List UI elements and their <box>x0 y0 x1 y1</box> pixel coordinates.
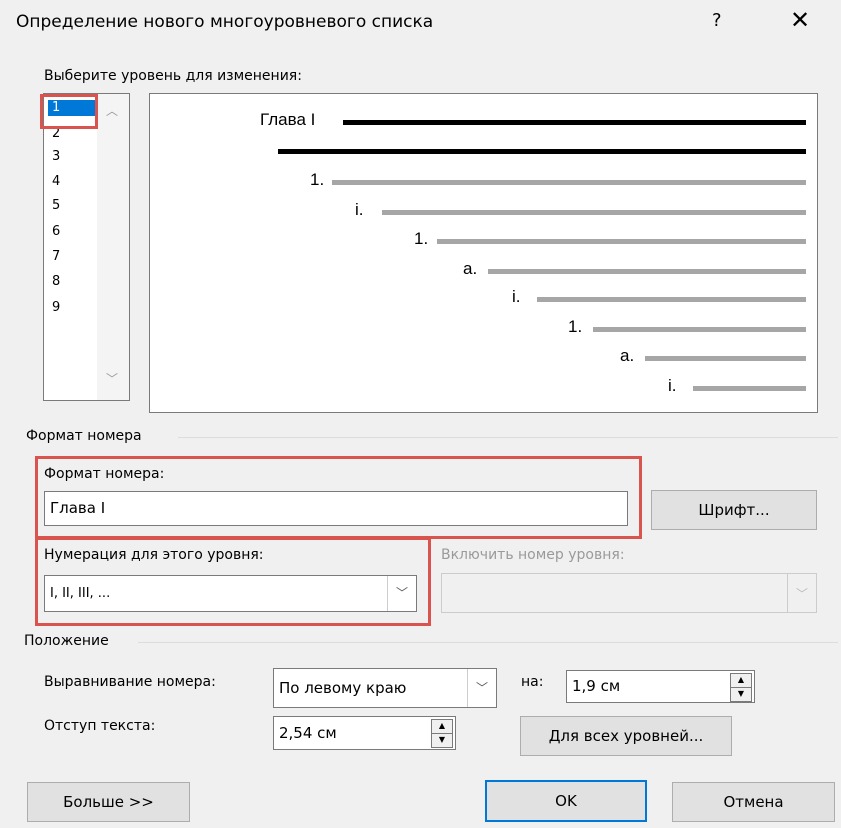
level-item-6[interactable]: 6 <box>48 224 100 240</box>
chevron-down-icon: ﹀ <box>787 574 816 612</box>
alignment-value: По левому краю <box>279 679 407 697</box>
preview-line-3 <box>382 210 806 215</box>
preview-label-7: 1. <box>568 317 583 336</box>
indent-input[interactable]: 2,54 см ▲ ▼ <box>273 716 456 750</box>
at-label: на: <box>521 674 544 690</box>
preview-label-8: a. <box>620 346 635 365</box>
alignment-select[interactable]: По левому краю ﹀ <box>273 668 497 708</box>
position-section-divider <box>138 642 838 643</box>
preview-line-5 <box>488 269 806 274</box>
cancel-button[interactable]: Отмена <box>672 782 835 822</box>
more-button[interactable]: Больше >> <box>27 782 190 822</box>
preview-label-5: a. <box>463 259 478 278</box>
levels-scrollbar[interactable]: ︿ ﹀ <box>97 94 129 400</box>
format-section-divider <box>178 437 838 438</box>
preview-line-1 <box>343 120 806 125</box>
spin-down-icon[interactable]: ▼ <box>730 687 752 702</box>
indent-label: Отступ текста: <box>44 718 156 734</box>
level-item-7[interactable]: 7 <box>48 249 100 265</box>
preview-label-1: Глава I <box>260 110 316 129</box>
include-level-select: ﹀ <box>441 573 817 613</box>
at-value: 1,9 см <box>572 677 621 695</box>
scroll-up-icon[interactable]: ︿ <box>106 102 118 119</box>
preview-line-4 <box>437 239 806 244</box>
all-levels-button[interactable]: Для всех уровней... <box>520 716 732 756</box>
alignment-label: Выравнивание номера: <box>44 674 216 690</box>
level-highlight-frame <box>40 94 98 129</box>
numbering-highlight-frame <box>35 537 431 626</box>
levels-listbox[interactable]: 1 2 3 4 5 6 7 8 9 ︿ ﹀ <box>43 93 130 401</box>
preview-line-7 <box>593 327 806 332</box>
indent-value: 2,54 см <box>279 724 337 742</box>
level-item-8[interactable]: 8 <box>48 274 100 290</box>
preview-line-8 <box>645 356 806 361</box>
preview-line-6 <box>537 297 806 302</box>
dialog-title: Определение нового многоуровневого списк… <box>16 12 434 32</box>
number-format-highlight-frame <box>35 456 642 539</box>
spin-up-icon[interactable]: ▲ <box>730 673 752 688</box>
preview-label-2: 1. <box>310 170 325 189</box>
level-item-4[interactable]: 4 <box>48 174 100 190</box>
preview-label-6: i. <box>512 287 521 306</box>
preview-label-3: i. <box>355 200 364 219</box>
font-button[interactable]: Шрифт... <box>651 490 817 530</box>
preview-label-4: 1. <box>414 229 429 248</box>
preview-line-9 <box>693 386 806 391</box>
preview-line-1b <box>278 149 806 154</box>
format-section-title: Формат номера <box>26 428 142 444</box>
levels-label: Выберите уровень для изменения: <box>44 68 302 84</box>
help-button[interactable]: ? <box>712 10 722 31</box>
position-section-title: Положение <box>24 633 109 649</box>
preview-label-9: i. <box>668 376 677 395</box>
chevron-down-icon[interactable]: ﹀ <box>467 669 496 707</box>
list-preview: Глава I 1. i. 1. a. i. 1. a. i. <box>149 93 818 413</box>
ok-button[interactable]: OK <box>485 780 647 822</box>
at-input[interactable]: 1,9 см ▲ ▼ <box>566 670 755 703</box>
spin-down-icon[interactable]: ▼ <box>431 733 453 748</box>
preview-line-2 <box>332 180 806 185</box>
scroll-down-icon[interactable]: ﹀ <box>106 370 118 387</box>
close-button[interactable]: ✕ <box>790 6 810 34</box>
level-item-5[interactable]: 5 <box>48 198 100 214</box>
spin-up-icon[interactable]: ▲ <box>431 719 453 734</box>
level-item-9[interactable]: 9 <box>48 300 100 316</box>
level-item-3[interactable]: 3 <box>48 149 100 165</box>
include-level-label: Включить номер уровня: <box>441 547 625 563</box>
